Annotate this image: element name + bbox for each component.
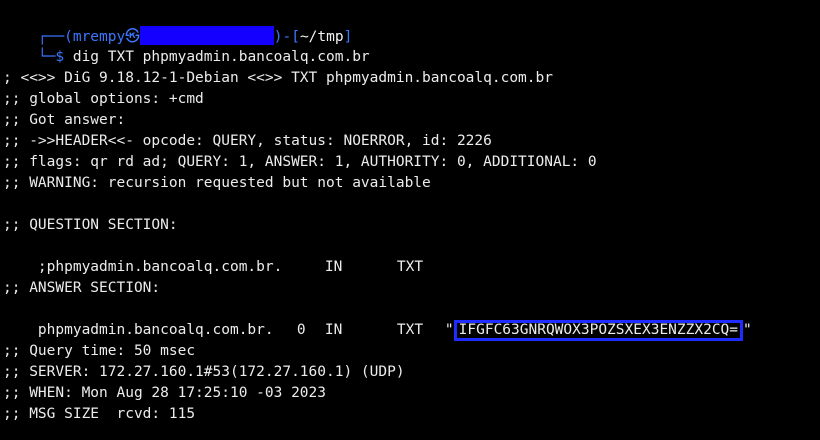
warning-line: ;; WARNING: recursion requested but not … xyxy=(3,175,431,191)
answer-quote-open: " xyxy=(444,322,454,338)
when-line: ;; WHEN: Mon Aug 28 17:25:10 -03 2023 xyxy=(3,385,327,401)
command-line[interactable]: └─$ dig TXT phpmyadmin.bancoalq.com.br xyxy=(3,26,370,65)
answer-type: TXT xyxy=(396,322,424,338)
dig-banner: ; <<>> DiG 9.18.12-1-Debian <<>> TXT php… xyxy=(3,70,553,86)
question-section-header: ;; QUESTION SECTION: xyxy=(3,217,178,233)
question-type: TXT xyxy=(396,259,424,275)
answer-record: phpmyadmin.bancoalq.com.br. 0 IN TXT " IFGFC6… xyxy=(3,299,752,341)
got-answer: ;; Got answer: xyxy=(3,112,126,128)
header-line: ;; ->>HEADER<<- opcode: QUERY, status: N… xyxy=(3,133,492,149)
command-text: dig TXT phpmyadmin.bancoalq.com.br xyxy=(72,49,370,65)
prompt-line: ┌──(mrempy㉿)-[~/tmp] xyxy=(3,5,352,45)
flags-line: ;; flags: qr rd ad; QUERY: 1, ANSWER: 1,… xyxy=(3,154,597,170)
txt-value-highlight[interactable]: IFGFC63GNRQWOX3POZSXEX3ENZZX2CQ= xyxy=(453,320,744,341)
answer-section-header: ;; ANSWER SECTION: xyxy=(3,280,161,296)
question-name: ;phpmyadmin.bancoalq.com.br. xyxy=(37,259,283,275)
question-record: ;phpmyadmin.bancoalq.com.br. IN TXT xyxy=(3,236,423,275)
answer-ttl: 0 xyxy=(296,322,306,338)
answer-value: IFGFC63GNRQWOX3POZSXEX3ENZZX2CQ= xyxy=(458,322,739,338)
answer-class: IN xyxy=(324,322,343,338)
prompt-dollar: └─$ xyxy=(37,49,73,65)
global-options: ;; global options: +cmd xyxy=(3,91,204,107)
query-time: ;; Query time: 50 msec xyxy=(3,343,196,359)
server-line: ;; SERVER: 172.27.160.1#53(172.27.160.1)… xyxy=(3,364,405,380)
answer-name: phpmyadmin.bancoalq.com.br. xyxy=(37,322,274,338)
answer-quote-close: " xyxy=(743,322,752,338)
msg-size-line: ;; MSG SIZE rcvd: 115 xyxy=(3,406,196,422)
question-class: IN xyxy=(324,259,343,275)
terminal-window[interactable]: ┌──(mrempy㉿)-[~/tmp] └─$ dig TXT phpmyad… xyxy=(0,0,820,440)
